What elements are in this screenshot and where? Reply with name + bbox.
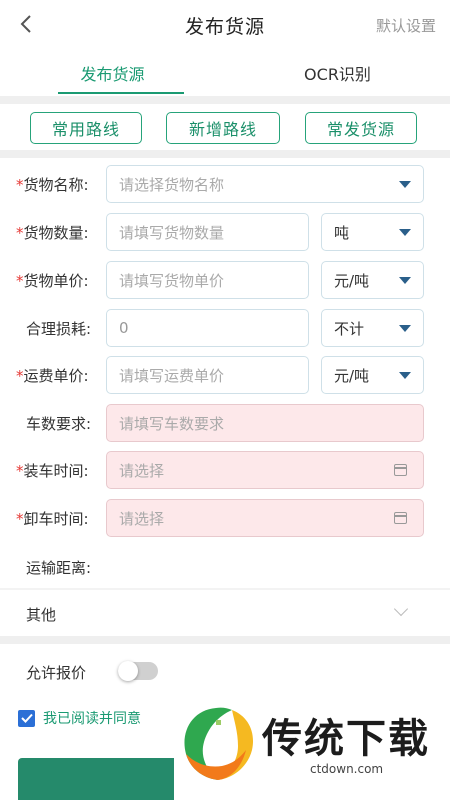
required-mark: * — [16, 176, 24, 194]
vehicle-req-row: 车数要求: 请填写车数要求 — [0, 404, 450, 442]
calendar-icon — [394, 512, 407, 524]
toggle-knob — [118, 661, 138, 681]
agreement-row: 我已阅读并同意 — [18, 706, 141, 730]
loss-value: 0 — [119, 319, 129, 337]
load-time-placeholder: 请选择 — [119, 461, 165, 480]
unload-time-picker[interactable]: 请选择 — [106, 499, 424, 537]
unit-price-placeholder: 请填写货物单价 — [119, 271, 225, 290]
unload-time-label: 卸车时间: — [23, 510, 89, 528]
distance-label: 运输距离: — [26, 559, 92, 577]
caret-down-icon — [399, 277, 411, 284]
vehicle-req-placeholder: 请填写车数要求 — [119, 414, 225, 433]
required-mark: * — [16, 367, 24, 385]
goods-name-placeholder: 请选择货物名称 — [119, 175, 225, 194]
loss-label: 合理损耗: — [26, 320, 92, 338]
unload-time-row: *卸车时间: 请选择 — [0, 499, 450, 537]
add-route-button[interactable]: 新增路线 — [166, 112, 280, 144]
agreement-text: 我已阅读并同意 — [43, 711, 141, 727]
caret-down-icon — [399, 372, 411, 379]
section-divider — [0, 96, 450, 104]
unit-price-label: 货物单价: — [23, 272, 89, 290]
watermark-brand: 传统下载 — [262, 716, 430, 762]
other-section-toggle[interactable]: 其他 — [0, 590, 450, 636]
price-unit-select[interactable]: 元/吨 — [321, 261, 424, 299]
loss-unit-select[interactable]: 不计 — [321, 309, 424, 347]
freight-unit-select[interactable]: 元/吨 — [321, 356, 424, 394]
watermark-url: ctdown.com — [310, 762, 384, 776]
freight-price-input[interactable]: 请填写运费单价 — [106, 356, 309, 394]
goods-quantity-input[interactable]: 请填写货物数量 — [106, 213, 309, 251]
section-divider — [0, 636, 450, 644]
allow-bid-label: 允许报价 — [26, 664, 87, 682]
chevron-left-icon — [20, 15, 31, 33]
other-label: 其他 — [26, 606, 57, 624]
unit-price-row: *货物单价: 请填写货物单价 元/吨 — [0, 261, 450, 299]
quantity-unit-value: 吨 — [334, 223, 350, 242]
loss-input[interactable]: 0 — [106, 309, 309, 347]
watermark: 传统下载 ctdown.com — [178, 700, 440, 790]
goods-quantity-label: 货物数量: — [23, 224, 89, 242]
goods-quantity-row: *货物数量: 请填写货物数量 吨 — [0, 213, 450, 251]
section-divider — [0, 150, 450, 158]
required-mark: * — [16, 272, 24, 290]
load-time-label: 装车时间: — [23, 462, 89, 480]
required-mark: * — [16, 224, 24, 242]
freight-unit-value: 元/吨 — [334, 366, 370, 385]
chevron-down-icon — [393, 601, 409, 617]
price-unit-value: 元/吨 — [334, 271, 370, 290]
tab-bar: 发布货源 OCR识别 — [0, 50, 450, 96]
agreement-checkbox[interactable] — [18, 709, 35, 727]
freight-price-label: 运费单价: — [23, 367, 89, 385]
distance-row: 运输距离: — [0, 548, 450, 586]
required-mark: * — [16, 510, 24, 528]
tab-publish[interactable]: 发布货源 — [0, 50, 225, 96]
load-time-row: *装车时间: 请选择 — [0, 451, 450, 489]
unit-price-input[interactable]: 请填写货物单价 — [106, 261, 309, 299]
goods-name-select[interactable]: 请选择货物名称 — [106, 165, 424, 203]
check-icon — [20, 713, 33, 723]
required-mark: * — [16, 462, 24, 480]
submit-button[interactable] — [18, 758, 174, 800]
quantity-unit-select[interactable]: 吨 — [321, 213, 424, 251]
goods-name-label: 货物名称: — [23, 176, 89, 194]
back-button[interactable] — [14, 10, 38, 38]
freight-price-row: *运费单价: 请填写运费单价 元/吨 — [0, 356, 450, 394]
caret-down-icon — [399, 181, 411, 188]
vehicle-req-label: 车数要求: — [26, 415, 92, 433]
brand-logo-icon — [184, 707, 254, 780]
default-settings-link[interactable]: 默认设置 — [376, 15, 436, 36]
caret-down-icon — [399, 325, 411, 332]
goods-name-row: *货物名称: 请选择货物名称 — [0, 165, 450, 203]
loss-row: 合理损耗: 0 不计 — [0, 309, 450, 347]
allow-bid-toggle[interactable] — [118, 661, 158, 681]
route-button-bar: 常用路线 新增路线 常发货源 — [0, 104, 450, 150]
calendar-icon — [394, 464, 407, 476]
allow-bid-row: 允许报价 — [0, 652, 450, 692]
tab-ocr[interactable]: OCR识别 — [225, 50, 450, 96]
load-time-picker[interactable]: 请选择 — [106, 451, 424, 489]
loss-unit-value: 不计 — [334, 319, 365, 338]
freight-price-placeholder: 请填写运费单价 — [119, 366, 225, 385]
vehicle-req-input[interactable]: 请填写车数要求 — [106, 404, 424, 442]
goods-quantity-placeholder: 请填写货物数量 — [119, 223, 225, 242]
common-routes-button[interactable]: 常用路线 — [30, 112, 142, 144]
unload-time-placeholder: 请选择 — [119, 509, 165, 528]
caret-down-icon — [399, 229, 411, 236]
app-header: 发布货源 默认设置 — [0, 0, 450, 50]
page-title: 发布货源 — [184, 15, 265, 38]
frequent-goods-button[interactable]: 常发货源 — [305, 112, 417, 144]
